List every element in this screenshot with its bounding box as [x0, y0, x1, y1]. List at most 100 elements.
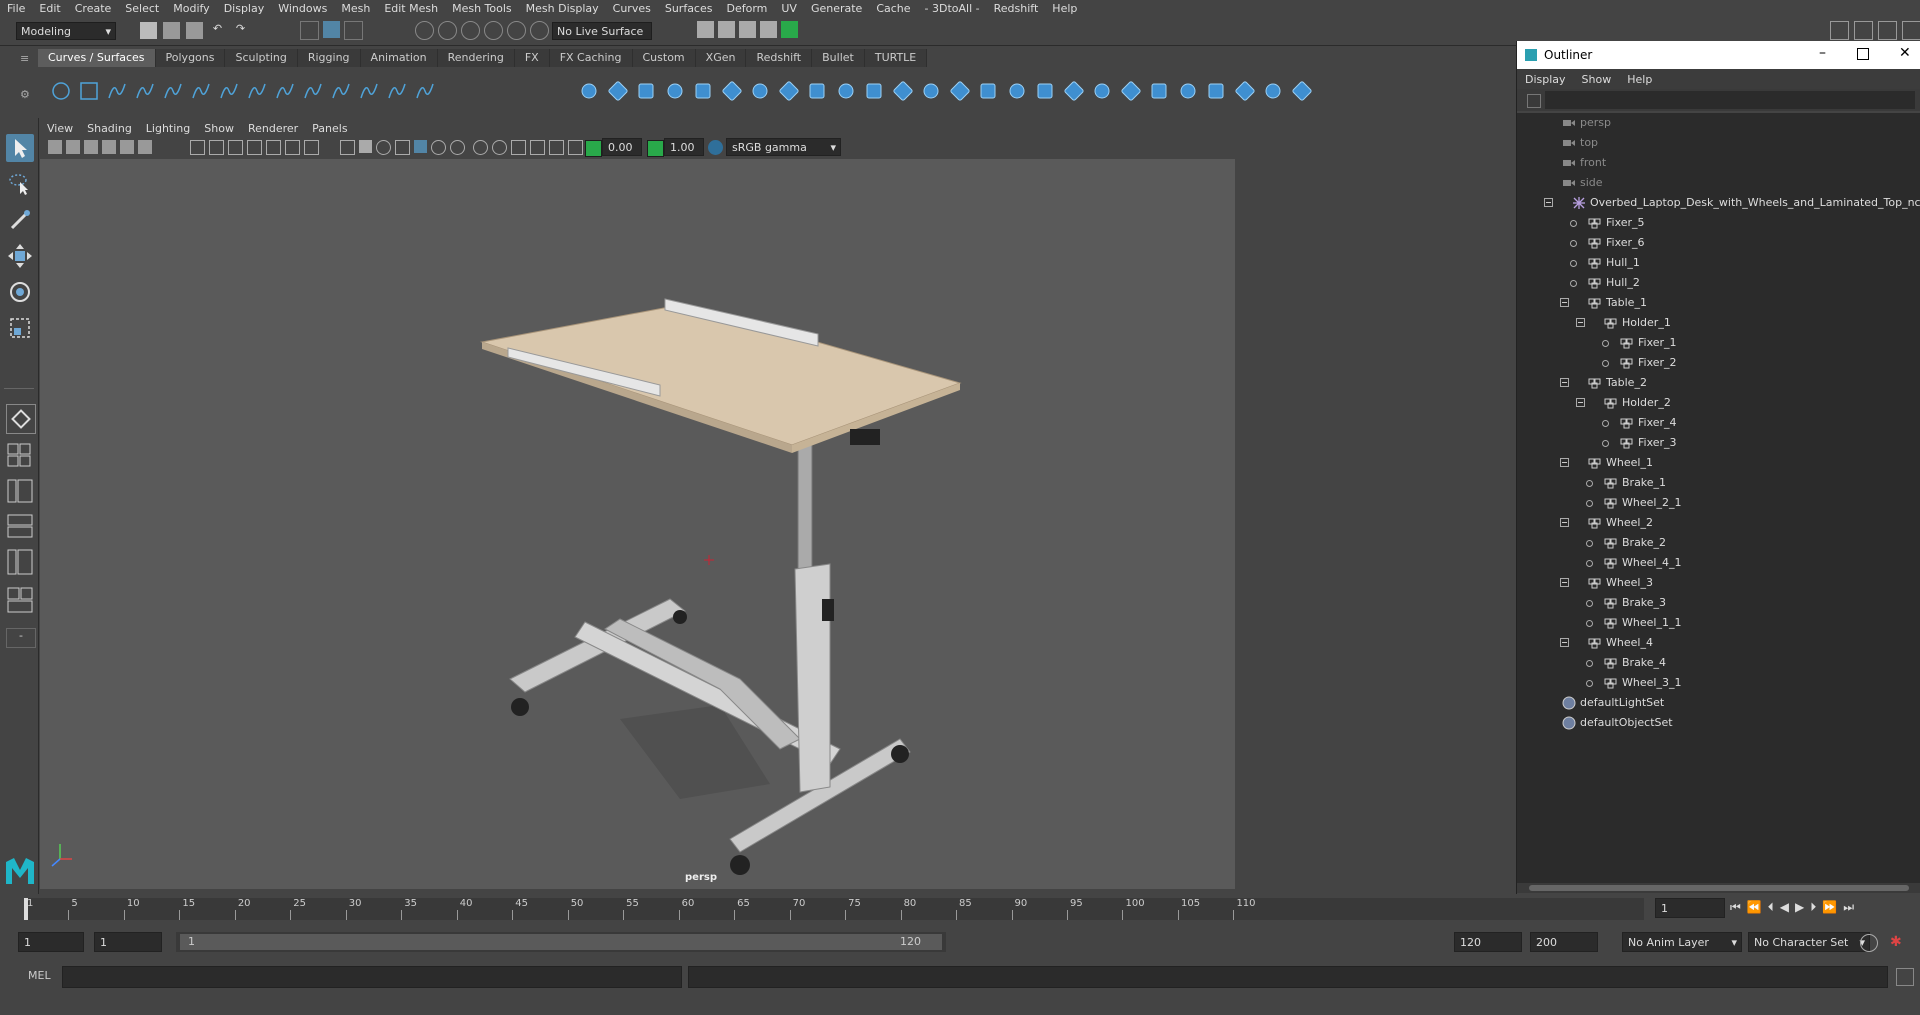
- paint-select-tool-icon[interactable]: [6, 206, 34, 234]
- snap-curve-icon[interactable]: [438, 21, 457, 40]
- command-language-label[interactable]: MEL: [28, 969, 51, 982]
- isolate-select-icon[interactable]: [530, 140, 545, 155]
- outliner-menu-item[interactable]: Help: [1619, 73, 1660, 86]
- redshift-render-icon[interactable]: [781, 21, 798, 38]
- wireframe-on-shaded-icon[interactable]: [376, 140, 391, 155]
- shelf-tab[interactable]: Redshift: [746, 49, 813, 67]
- extrude-icon[interactable]: [835, 80, 857, 102]
- nurbs-square-icon[interactable]: [78, 80, 100, 102]
- outliner-item[interactable]: Brake_4: [1517, 653, 1920, 673]
- safe-action-icon[interactable]: [285, 140, 300, 155]
- collapse-toggle-icon[interactable]: [1560, 458, 1569, 467]
- menu-item[interactable]: Windows: [271, 2, 334, 15]
- move-tool-icon[interactable]: [6, 242, 34, 270]
- outliner-item[interactable]: Wheel_4_1: [1517, 553, 1920, 573]
- select-tool-icon[interactable]: [6, 134, 34, 162]
- menu-item[interactable]: File: [0, 2, 32, 15]
- surface-open-icon[interactable]: [1234, 80, 1256, 102]
- filter-icon[interactable]: [1527, 94, 1541, 108]
- surface-align-icon[interactable]: [1205, 80, 1227, 102]
- end-time-field[interactable]: 200: [1530, 932, 1598, 952]
- time-slider[interactable]: 1 5 10 15 20 25 30 35 40 45 50 55 60 65 70 75 80 85 90 95 10…: [0, 894, 1920, 924]
- outliner-menu-item[interactable]: Display: [1517, 73, 1574, 86]
- snap-point-icon[interactable]: [461, 21, 480, 40]
- snap-magnet-icon[interactable]: [530, 21, 549, 40]
- four-view-layout-icon[interactable]: [6, 442, 34, 468]
- play-forwards-icon[interactable]: ▶: [1795, 900, 1804, 915]
- outliner-item[interactable]: Holder_1: [1517, 313, 1920, 333]
- grid-toggle-icon[interactable]: [190, 140, 205, 155]
- close-icon[interactable]: ✕: [1899, 45, 1911, 61]
- step-back-key-icon[interactable]: ⏪: [1747, 900, 1762, 915]
- shelf-tab[interactable]: Polygons: [155, 49, 226, 67]
- outliner-item[interactable]: Overbed_Laptop_Desk_with_Wheels_and_Lami…: [1517, 193, 1920, 213]
- menu-item[interactable]: Mesh: [334, 2, 377, 15]
- shelf-tab[interactable]: Curves / Surfaces: [38, 49, 156, 67]
- camera-attributes-icon[interactable]: [66, 140, 80, 154]
- loft-icon[interactable]: [778, 80, 800, 102]
- shelf-tab[interactable]: FX Caching: [549, 49, 633, 67]
- intersect-icon[interactable]: [1034, 80, 1056, 102]
- menu-item[interactable]: Surfaces: [658, 2, 720, 15]
- go-to-end-icon[interactable]: ⏭: [1843, 900, 1854, 915]
- curve-detach-icon[interactable]: [358, 80, 380, 102]
- shelf-tab[interactable]: TURTLE: [864, 49, 928, 67]
- outliner-item[interactable]: front: [1517, 153, 1920, 173]
- outliner-item[interactable]: Holder_2: [1517, 393, 1920, 413]
- color-space-dropdown[interactable]: sRGB gamma ▾: [726, 138, 841, 156]
- playhead[interactable]: [24, 898, 28, 920]
- outliner-item[interactable]: Table_2: [1517, 373, 1920, 393]
- menu-item[interactable]: - 3DtoAll -: [918, 2, 987, 15]
- menu-item[interactable]: Display: [217, 2, 272, 15]
- toggle-channel-box-icon[interactable]: [1902, 21, 1920, 40]
- depth-of-field-icon[interactable]: [511, 140, 526, 155]
- menu-item[interactable]: Modify: [166, 2, 216, 15]
- xray-joints-icon[interactable]: [568, 140, 583, 155]
- outliner-item[interactable]: defaultObjectSet: [1517, 713, 1920, 733]
- menu-item[interactable]: Deform: [719, 2, 774, 15]
- outliner-item[interactable]: Fixer_6: [1517, 233, 1920, 253]
- rotate-tool-icon[interactable]: [6, 278, 34, 306]
- auto-key-icon[interactable]: [1860, 934, 1878, 952]
- wireframe-icon[interactable]: [340, 140, 355, 155]
- shelf-menu-icon[interactable]: ≡: [20, 52, 30, 65]
- menu-item[interactable]: Generate: [804, 2, 869, 15]
- shelf-tab[interactable]: Custom: [632, 49, 696, 67]
- outliner-item[interactable]: Fixer_2: [1517, 353, 1920, 373]
- outliner-item[interactable]: Brake_2: [1517, 533, 1920, 553]
- perspective-viewport[interactable]: persp: [40, 159, 1235, 889]
- birail-icon[interactable]: [863, 80, 885, 102]
- range-bar-fill[interactable]: 1 120: [180, 934, 942, 950]
- surface-rebuild-icon[interactable]: [1262, 80, 1284, 102]
- pencil-curve-icon[interactable]: [190, 80, 212, 102]
- nurbs-cylinder-icon[interactable]: [635, 80, 657, 102]
- cv-curve-icon[interactable]: [134, 80, 156, 102]
- outliner-item[interactable]: Fixer_1: [1517, 333, 1920, 353]
- shelf-tab[interactable]: XGen: [695, 49, 747, 67]
- play-backwards-icon[interactable]: ◀: [1780, 900, 1789, 915]
- nurbs-cube-icon[interactable]: [607, 80, 629, 102]
- outliner-item[interactable]: persp: [1517, 113, 1920, 133]
- nurbs-plane-icon[interactable]: [692, 80, 714, 102]
- curve-project-icon[interactable]: [414, 80, 436, 102]
- stitch-icon[interactable]: [1091, 80, 1113, 102]
- surface-attach-icon[interactable]: [1148, 80, 1170, 102]
- open-scene-icon[interactable]: [163, 22, 180, 39]
- menu-item[interactable]: Redshift: [987, 2, 1046, 15]
- field-chart-icon[interactable]: [266, 140, 281, 155]
- outliner-item[interactable]: Table_1: [1517, 293, 1920, 313]
- curve-fillet-icon[interactable]: [302, 80, 324, 102]
- menu-item[interactable]: Help: [1045, 2, 1084, 15]
- snap-view-plane-icon[interactable]: [484, 21, 503, 40]
- snap-grid-icon[interactable]: [415, 21, 434, 40]
- gate-mask-icon[interactable]: [247, 140, 262, 155]
- shelf-tab[interactable]: Animation: [360, 49, 438, 67]
- exposure-field[interactable]: 0.00: [602, 138, 642, 156]
- outliner-item[interactable]: Wheel_4: [1517, 633, 1920, 653]
- outliner-item[interactable]: Wheel_2: [1517, 513, 1920, 533]
- new-scene-icon[interactable]: [140, 22, 157, 39]
- menu-item[interactable]: Mesh Display: [519, 2, 606, 15]
- viewport-menu-item[interactable]: Renderer: [241, 122, 305, 135]
- planar-icon[interactable]: [806, 80, 828, 102]
- menu-item[interactable]: Edit: [32, 2, 67, 15]
